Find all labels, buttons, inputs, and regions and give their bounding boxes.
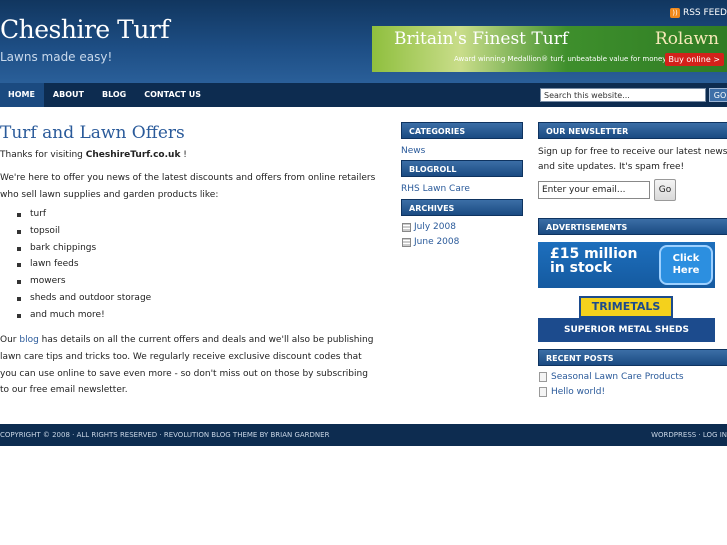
search-input[interactable] — [540, 88, 706, 102]
list-item: turf — [17, 206, 151, 223]
site-header: Cheshire Turf Lawns made easy! )) RSS FE… — [0, 0, 727, 83]
list-item: lawn feeds — [17, 256, 151, 273]
search-go-button[interactable]: GO — [709, 88, 727, 102]
para2-suffix: has details on all the current offers an… — [0, 335, 374, 396]
intro-prefix: Thanks for visiting — [0, 150, 86, 160]
blogroll-title: BLOGROLL — [401, 160, 523, 177]
intro-text: Thanks for visiting CheshireTurf.co.uk ! — [0, 147, 378, 164]
product-list: turf topsoil bark chippings lawn feeds m… — [17, 206, 151, 324]
banner-title: Britain's Finest Turf — [394, 29, 569, 49]
list-item: sheds and outdoor storage — [17, 290, 151, 307]
banner-buy-button[interactable]: Buy online > — [664, 53, 724, 66]
ad-trimetals[interactable]: TRIMETALS SUPERIOR METAL SHEDS — [538, 296, 715, 342]
ad1-line2: in stock — [550, 260, 612, 276]
list-item: bark chippings — [17, 240, 151, 257]
document-icon — [539, 372, 547, 382]
footer-links[interactable]: WORDPRESS · LOG IN — [651, 424, 727, 446]
category-news[interactable]: News — [401, 146, 425, 156]
newsletter-text: Sign up for free to receive our latest n… — [538, 147, 727, 172]
intro-suffix: ! — [180, 150, 187, 160]
site-footer: COPYRIGHT © 2008 · ALL RIGHTS RESERVED ·… — [0, 424, 727, 446]
ad1-click-here-button[interactable]: Click Here — [659, 245, 713, 285]
footer-copyright: COPYRIGHT © 2008 · ALL RIGHTS RESERVED ·… — [0, 431, 330, 439]
list-item: mowers — [17, 273, 151, 290]
trimetals-logo: TRIMETALS — [579, 296, 673, 318]
banner-strapline: Award winning Medallion® turf, unbeatabl… — [454, 55, 667, 63]
calendar-icon — [402, 237, 411, 247]
email-field[interactable] — [538, 181, 650, 199]
intro-site-name: CheshireTurf.co.uk — [85, 150, 181, 160]
rss-label: RSS FEED — [682, 8, 727, 18]
banner-brand: Rolawn — [654, 29, 719, 49]
ad1-text: £15 million in stock — [550, 247, 637, 275]
document-icon — [539, 387, 547, 397]
archives-title: ARCHIVES — [401, 199, 523, 216]
blogroll-rhs-link[interactable]: RHS Lawn Care — [401, 184, 470, 194]
archive-label: July 2008 — [414, 222, 456, 232]
list-item: topsoil — [17, 223, 151, 240]
site-tagline: Lawns made easy! — [0, 50, 113, 64]
post-title[interactable]: Turf and Lawn Offers — [0, 123, 185, 143]
main-nav: HOME ABOUT BLOG CONTACT US — [0, 83, 210, 107]
recent-post-link[interactable]: Seasonal Lawn Care Products — [539, 372, 684, 382]
archive-july-2008[interactable]: July 2008 — [402, 222, 456, 232]
archive-june-2008[interactable]: June 2008 — [402, 237, 459, 247]
nav-blog[interactable]: BLOG — [93, 83, 135, 107]
recent-post-label: Hello world! — [551, 387, 606, 397]
recent-post-label: Seasonal Lawn Care Products — [551, 372, 684, 382]
nav-home[interactable]: HOME — [0, 83, 44, 107]
newsletter-go-button[interactable]: Go — [654, 179, 676, 201]
archive-label: June 2008 — [414, 237, 460, 247]
nav-contact[interactable]: CONTACT US — [135, 83, 210, 107]
nav-bar: HOME ABOUT BLOG CONTACT US GO — [0, 83, 727, 107]
list-item: and much more! — [17, 307, 151, 324]
nav-about[interactable]: ABOUT — [44, 83, 93, 107]
rss-icon: )) — [669, 8, 680, 18]
newsletter-title: OUR NEWSLETTER — [538, 122, 727, 139]
recent-posts-title: RECENT POSTS — [538, 349, 727, 366]
ad-15-million[interactable]: £15 million in stock Click Here — [538, 242, 715, 288]
ad2-text: SUPERIOR METAL SHEDS — [538, 318, 715, 342]
recent-post-link[interactable]: Hello world! — [539, 387, 605, 397]
categories-title: CATEGORIES — [401, 122, 523, 139]
post-paragraph-1: We're here to offer you news of the late… — [0, 173, 376, 200]
site-title[interactable]: Cheshire Turf — [0, 15, 170, 44]
calendar-icon — [402, 222, 411, 232]
blog-link[interactable]: blog — [19, 335, 38, 345]
rss-feed-link[interactable]: )) RSS FEED — [669, 8, 727, 18]
header-banner-ad[interactable]: Britain's Finest Turf Rolawn Award winni… — [372, 26, 727, 72]
para2-prefix: Our — [0, 335, 20, 345]
post-paragraph-2: Our blog has details on all the current … — [0, 332, 378, 399]
ads-title: ADVERTISEMENTS — [538, 218, 727, 235]
